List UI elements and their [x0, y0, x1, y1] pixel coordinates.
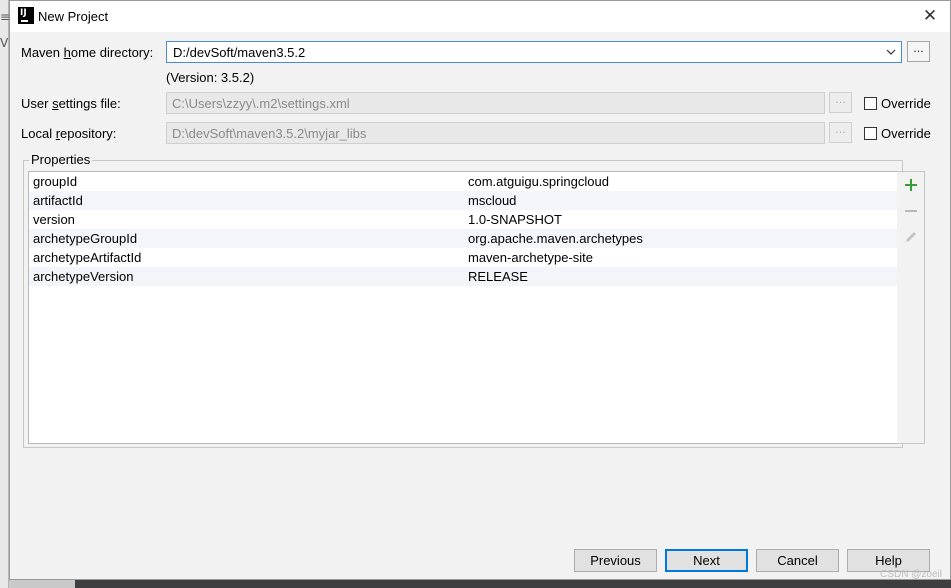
property-value: 1.0-SNAPSHOT — [468, 212, 562, 227]
table-row[interactable]: version 1.0-SNAPSHOT — [29, 210, 897, 229]
background-window-bottom — [75, 580, 951, 588]
property-value: maven-archetype-site — [468, 250, 593, 265]
property-value: mscloud — [468, 193, 517, 208]
table-row[interactable]: archetypeGroupId org.apache.maven.archet… — [29, 229, 897, 248]
background-glyph: V — [0, 36, 9, 50]
table-row[interactable]: archetypeArtifactId maven-archetype-site — [29, 248, 897, 267]
local-repository-browse-button[interactable]: ... — [829, 122, 852, 143]
table-row[interactable]: groupId com.atguigu.springcloud — [29, 172, 897, 191]
maven-home-browse-button[interactable]: ... — [907, 41, 930, 62]
table-row[interactable]: archetypeVersion RELEASE — [29, 267, 897, 286]
intellij-icon: IJ — [18, 7, 34, 24]
property-name: groupId — [33, 174, 78, 189]
property-name: archetypeArtifactId — [33, 250, 142, 265]
properties-title: Properties — [29, 152, 93, 167]
window-title: New Project — [38, 9, 109, 24]
local-repository-override-checkbox[interactable] — [864, 127, 877, 140]
next-button[interactable]: Next — [665, 549, 748, 572]
local-repository-label: Local repository: — [21, 126, 117, 141]
property-name: version — [33, 212, 75, 227]
user-settings-browse-button[interactable]: ... — [829, 92, 852, 113]
user-settings-field[interactable]: C:\Users\zzyy\.m2\settings.xml — [166, 92, 825, 114]
background-window-edge — [0, 0, 9, 588]
close-button[interactable]: ✕ — [920, 5, 940, 27]
previous-button[interactable]: Previous — [574, 549, 657, 572]
cancel-button[interactable]: Cancel — [756, 549, 839, 572]
watermark: CSDN @zoeil — [880, 569, 942, 580]
properties-toolbar — [897, 171, 925, 444]
maven-version-label: (Version: 3.5.2) — [166, 70, 255, 85]
properties-table[interactable]: groupId com.atguigu.springcloud artifact… — [28, 171, 898, 444]
user-settings-override-checkbox[interactable] — [864, 97, 877, 110]
local-repository-override-label[interactable]: Override — [881, 126, 931, 141]
close-icon: ✕ — [922, 6, 938, 26]
property-name: archetypeVersion — [33, 269, 134, 284]
title-bar: IJ New Project ✕ — [10, 1, 950, 32]
maven-home-combobox[interactable]: D:/devSoft/maven3.5.2 — [166, 41, 902, 63]
pencil-icon[interactable] — [903, 229, 919, 245]
property-value: org.apache.maven.archetypes — [468, 231, 643, 246]
table-row[interactable]: artifactId mscloud — [29, 191, 897, 210]
property-name: artifactId — [33, 193, 83, 208]
property-value: com.atguigu.springcloud — [468, 174, 609, 189]
new-project-dialog: IJ New Project ✕ Maven home directory: D… — [9, 0, 951, 580]
minus-icon[interactable] — [903, 203, 919, 219]
user-settings-override-label[interactable]: Override — [881, 96, 931, 111]
user-settings-label: User settings file: — [21, 96, 121, 111]
property-value: RELEASE — [468, 269, 528, 284]
plus-icon[interactable] — [903, 177, 919, 193]
chevron-down-icon[interactable] — [884, 42, 898, 62]
maven-home-label: Maven home directory: — [21, 45, 154, 60]
maven-home-value: D:/devSoft/maven3.5.2 — [173, 45, 306, 60]
property-name: archetypeGroupId — [33, 231, 138, 246]
local-repository-field[interactable]: D:\devSoft\maven3.5.2\myjar_libs — [166, 122, 825, 144]
